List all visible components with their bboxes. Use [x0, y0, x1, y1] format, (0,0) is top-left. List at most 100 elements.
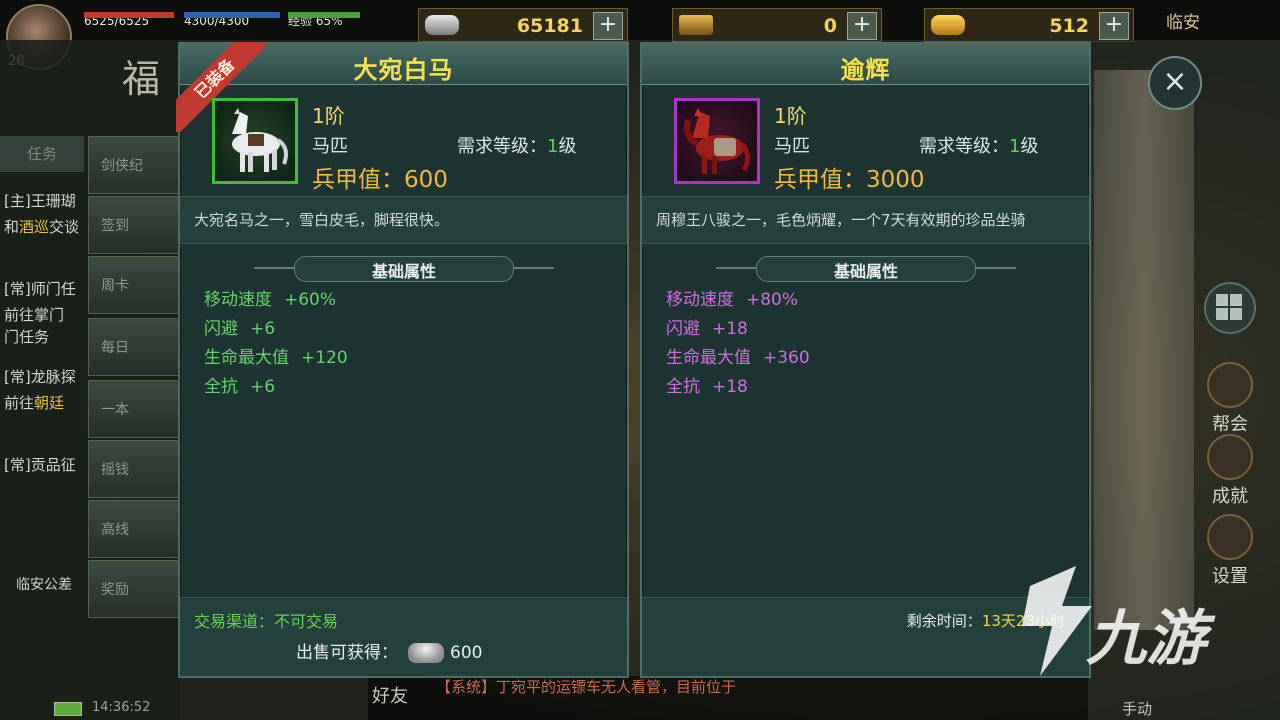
side-tab[interactable]: 高线 — [88, 500, 180, 558]
attribute-header: 基础属性 — [254, 254, 554, 282]
system-message: 【系统】丁宛平的运镖车无人看管，目前位于 — [436, 678, 737, 696]
quest-text: 前往 — [4, 394, 35, 412]
side-tab[interactable]: 奖励 — [88, 560, 180, 618]
grid-cell — [1216, 294, 1228, 306]
white-horse-icon[interactable] — [212, 98, 298, 184]
xp-bar: 经验 65% — [288, 12, 398, 30]
hp-fill — [84, 12, 174, 18]
quest-text: 和 — [4, 218, 20, 236]
guild-button[interactable]: 帮会 — [1200, 362, 1260, 436]
attribute-name: 全抗 — [666, 377, 700, 397]
attribute-value: +80% — [746, 290, 799, 310]
friends-label[interactable]: 好友 — [372, 682, 408, 708]
armor-value: 兵甲值：3000 — [774, 167, 925, 193]
attribute-name: 闪避 — [204, 319, 238, 339]
attribute-value: +18 — [712, 319, 748, 339]
item-tier: 1阶 — [774, 104, 807, 128]
tab-tasks[interactable]: 任务 — [0, 136, 84, 172]
quest-line[interactable]: 前往掌门 — [4, 304, 64, 325]
token-icon — [679, 15, 713, 35]
quest-line[interactable]: [常]贡品征 — [4, 454, 76, 475]
menu-grid-button[interactable] — [1204, 282, 1256, 334]
horse-illustration — [684, 108, 750, 174]
item-name: 逾辉 — [840, 56, 891, 84]
attribute-list: 移动速度 +80% 闪避 +18 生命最大值 +360 全抗 +18 — [666, 286, 810, 402]
quest-line[interactable]: 和酒巡交谈 — [4, 216, 79, 237]
description-area: 大宛名马之一，雪白皮毛，脚程很快。 — [180, 196, 627, 244]
quest-highlight: 酒巡 — [19, 218, 50, 236]
add-token-button[interactable]: + — [847, 12, 877, 40]
add-silver-button[interactable]: + — [593, 12, 623, 40]
watermark-text: 九游 — [1086, 604, 1206, 674]
side-tab[interactable]: 周卡 — [88, 256, 180, 314]
attribute-value: +360 — [763, 348, 810, 368]
quest-line[interactable]: 门任务 — [4, 326, 49, 347]
location-name: 临安 — [1166, 13, 1200, 33]
clock: 14:36:52 — [92, 700, 151, 715]
quest-line[interactable]: [主]王珊瑚 — [4, 190, 76, 211]
required-level-value: 1 — [1009, 136, 1021, 157]
quest-line[interactable]: 前往朝廷 — [4, 392, 64, 413]
attribute-header-label: 基础属性 — [371, 262, 436, 281]
quest-highlight: 朝廷 — [34, 394, 65, 412]
token-value: 0 — [823, 15, 837, 37]
side-tab[interactable]: 摇钱 — [88, 440, 180, 498]
item-title-bar: 逾辉 — [642, 44, 1089, 85]
attribute-header: 基础属性 — [716, 254, 1016, 282]
required-level-label: 需求等级： — [457, 136, 547, 157]
attribute-row: 生命最大值 +120 — [204, 344, 348, 373]
gold-ingot-icon — [931, 15, 965, 35]
background-figure — [1094, 70, 1194, 630]
patrol-label[interactable]: 临安公差 — [16, 574, 72, 594]
required-level-value: 1 — [547, 136, 559, 157]
attribute-value: +120 — [301, 348, 348, 368]
guild-icon — [1207, 362, 1253, 408]
attribute-row: 移动速度 +60% — [204, 286, 348, 315]
quest-text: [常]贡品征 — [4, 456, 76, 474]
attribute-name: 生命最大值 — [204, 348, 289, 368]
sell-value: 600 — [450, 643, 483, 663]
quest-line[interactable]: [常]师门任 — [4, 278, 76, 299]
horse-illustration — [232, 108, 288, 172]
item-type: 马匹 — [774, 136, 810, 157]
attribute-row: 闪避 +6 — [204, 315, 348, 344]
attribute-row: 全抗 +18 — [666, 373, 810, 402]
chat-bar[interactable]: 好友 【系统】丁宛平的运镖车无人看管，目前位于 — [368, 676, 1088, 720]
attribute-name: 闪避 — [666, 319, 700, 339]
close-button[interactable]: × — [1148, 56, 1202, 110]
red-horse-icon[interactable] — [674, 98, 760, 184]
attribute-row: 移动速度 +80% — [666, 286, 810, 315]
quest-line[interactable]: [常]龙脉探 — [4, 366, 76, 387]
side-tab[interactable]: 一本 — [88, 380, 180, 438]
side-tab[interactable]: 签到 — [88, 196, 180, 254]
gold-currency: 512 + — [924, 8, 1134, 42]
achievement-button[interactable]: 成就 — [1200, 434, 1260, 508]
silver-ingot-icon — [425, 15, 459, 35]
silver-ingot-icon — [408, 643, 444, 663]
attribute-name: 生命最大值 — [666, 348, 751, 368]
side-tab[interactable]: 剑侠纪 — [88, 136, 180, 194]
attribute-header-label: 基础属性 — [833, 262, 898, 281]
token-currency: 0 + — [672, 8, 882, 42]
add-gold-button[interactable]: + — [1099, 12, 1129, 40]
gear-icon — [1207, 514, 1253, 560]
quest-text: 前往掌门 — [4, 306, 65, 324]
required-level: 需求等级：1级 — [457, 132, 576, 158]
remaining-time-label: 剩余时间： — [906, 612, 982, 630]
equipped-item-card: 大宛白马 已装备 1阶 马匹 需求等级：1级 兵甲值：600 大宛名马之一，雪白… — [176, 42, 629, 678]
attribute-value: +6 — [250, 319, 276, 339]
description-area: 周穆王八骏之一，毛色炳耀，一个7天有效期的珍品坐骑 — [642, 196, 1089, 244]
grid-cell — [1230, 294, 1242, 306]
quest-text: [主]王珊瑚 — [4, 192, 76, 210]
side-tab[interactable]: 每日 — [88, 318, 180, 376]
required-level-unit: 级 — [558, 136, 577, 157]
grid-cell — [1230, 308, 1242, 320]
item-type: 马匹 — [312, 136, 348, 157]
attribute-name: 全抗 — [204, 377, 238, 397]
guild-label: 帮会 — [1212, 414, 1248, 435]
gold-value: 512 — [1049, 15, 1089, 37]
quest-text: [常]师门任 — [4, 280, 76, 298]
required-level-unit: 级 — [1020, 136, 1039, 157]
armor-value: 兵甲值：600 — [312, 167, 448, 193]
manual-mode-button[interactable]: 手动 — [1122, 698, 1152, 719]
